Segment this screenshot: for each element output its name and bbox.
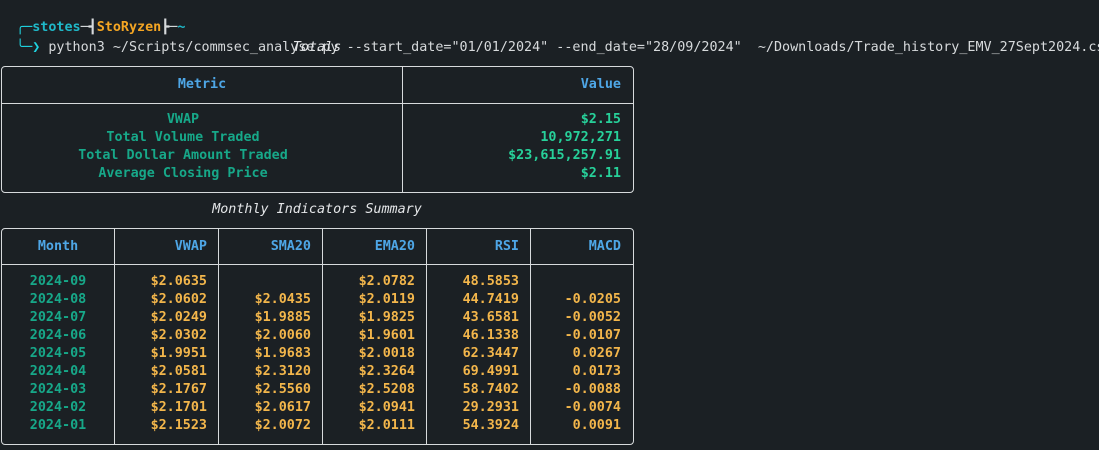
sma20-cell: $1.9683	[254, 346, 311, 361]
rsi-cell: 69.4991	[462, 364, 519, 379]
totals-value: $2.15	[580, 112, 621, 127]
totals-metric: VWAP	[166, 112, 200, 127]
sma20-cell: $2.0617	[254, 400, 311, 415]
month-cell: 2024-05	[29, 346, 87, 361]
totals-metric: Average Closing Price	[98, 166, 268, 181]
sma20-cell: $2.5560	[254, 382, 311, 397]
header-divider	[2, 264, 633, 265]
monthly-header-macd: MACD	[588, 239, 621, 254]
totals-value: $23,615,257.91	[508, 148, 621, 163]
vwap-cell: $2.1767	[150, 382, 207, 397]
macd-cell: -0.0074	[564, 400, 621, 415]
rsi-cell: 62.3447	[462, 346, 519, 361]
vwap-cell: $1.9951	[150, 346, 207, 361]
month-cell: 2024-09	[29, 274, 87, 289]
monthly-table: Month VWAP SMA20 EMA20 RSI MACD 2024-09 $…	[1, 228, 634, 445]
ema20-cell: $2.5208	[358, 382, 415, 397]
ema20-cell: $2.0782	[358, 274, 415, 289]
month-cell: 2024-08	[29, 292, 87, 307]
macd-cell: 0.0267	[572, 346, 621, 361]
totals-value: 10,972,271	[540, 130, 621, 145]
ema20-cell: $1.9825	[358, 310, 415, 325]
macd-cell: -0.0107	[564, 328, 621, 343]
sma20-cell: $2.0435	[254, 292, 311, 307]
rsi-cell: 43.6581	[462, 310, 519, 325]
monthly-header-rsi: RSI	[494, 239, 519, 254]
month-cell: 2024-01	[29, 418, 87, 433]
rsi-cell: 54.3924	[462, 418, 519, 433]
monthly-header-sma20: SMA20	[270, 239, 311, 254]
monthly-header-month: Month	[37, 239, 79, 254]
month-cell: 2024-06	[29, 328, 87, 343]
sma20-cell: $2.0060	[254, 328, 311, 343]
totals-metric: Total Dollar Amount Traded	[78, 148, 288, 163]
sma20-cell: $2.3120	[254, 364, 311, 379]
sma20-cell: $2.0072	[254, 418, 311, 433]
vwap-cell: $2.0635	[150, 274, 207, 289]
totals-value: $2.11	[580, 166, 621, 181]
vwap-cell: $2.1701	[150, 400, 207, 415]
ema20-cell: $2.0111	[358, 418, 415, 433]
monthly-caption: Monthly Indicators Summary	[212, 202, 422, 217]
totals-caption: Totals	[292, 40, 342, 55]
macd-cell: -0.0052	[564, 310, 621, 325]
ema20-cell: $1.9601	[358, 328, 415, 343]
month-cell: 2024-07	[29, 310, 87, 325]
macd-cell: -0.0088	[564, 382, 621, 397]
ema20-cell: $2.0018	[358, 346, 415, 361]
macd-cell: 0.0091	[572, 418, 621, 433]
totals-header-value: Value	[580, 77, 621, 92]
rsi-cell: 46.1338	[462, 328, 519, 343]
totals-table: Metric Value VWAP $2.15 Total Volume Tra…	[1, 66, 634, 193]
rsi-cell: 44.7419	[462, 292, 519, 307]
monthly-header-ema20: EMA20	[374, 239, 415, 254]
header-divider	[2, 103, 633, 104]
rsi-cell: 48.5853	[462, 274, 519, 289]
ema20-cell: $2.3264	[358, 364, 415, 379]
month-cell: 2024-03	[29, 382, 87, 397]
totals-header-metric: Metric	[177, 77, 227, 92]
macd-cell: -0.0205	[564, 292, 621, 307]
sma20-cell: $1.9885	[254, 310, 311, 325]
month-cell: 2024-02	[29, 400, 87, 415]
ema20-cell: $2.0941	[358, 400, 415, 415]
ema20-cell: $2.0119	[358, 292, 415, 307]
vwap-cell: $2.0602	[150, 292, 207, 307]
vwap-cell: $2.1523	[150, 418, 207, 433]
vwap-cell: $2.0581	[150, 364, 207, 379]
vwap-cell: $2.0302	[150, 328, 207, 343]
rsi-cell: 58.7402	[462, 382, 519, 397]
vwap-cell: $2.0249	[150, 310, 207, 325]
macd-cell: 0.0173	[572, 364, 621, 379]
monthly-header-vwap: VWAP	[174, 239, 207, 254]
rsi-cell: 29.2931	[462, 400, 519, 415]
totals-metric: Total Volume Traded	[106, 130, 260, 145]
month-cell: 2024-04	[29, 364, 87, 379]
